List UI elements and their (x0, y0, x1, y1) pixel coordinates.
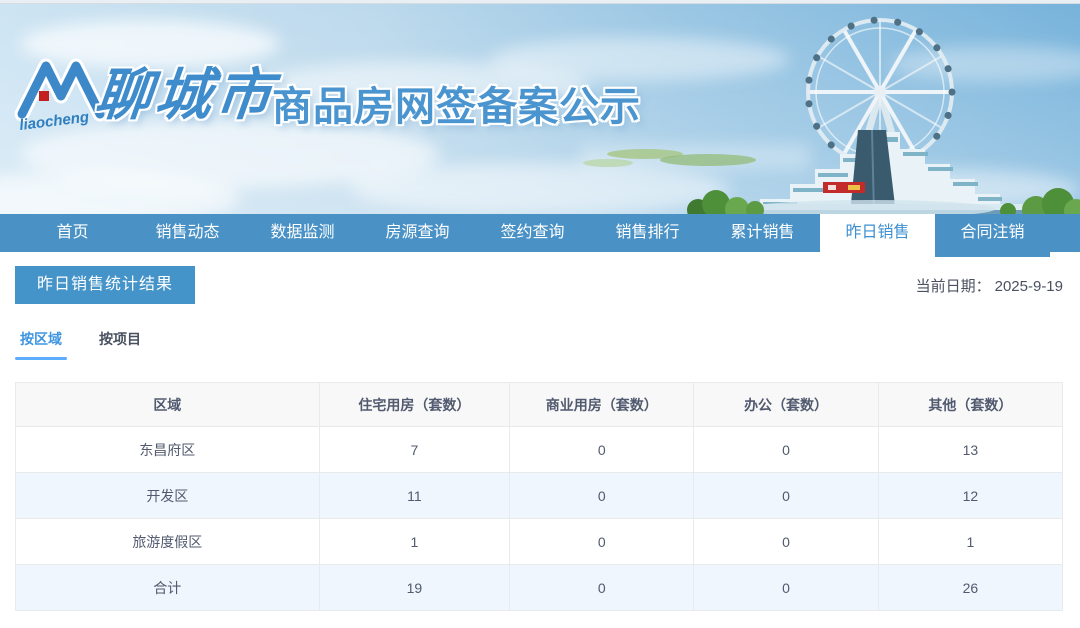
nav-item[interactable]: 首页 (15, 214, 130, 252)
column-header: 商业用房（套数） (509, 382, 695, 427)
view-tab[interactable]: 按区域 (15, 329, 67, 360)
value-cell: 0 (509, 426, 695, 473)
value-cell: 11 (318, 472, 511, 519)
column-header: 住宅用房（套数） (318, 382, 511, 427)
column-header: 其他（套数） (877, 382, 1064, 427)
waterline (580, 144, 810, 170)
site-banner: liaocheng 聊城市 商品房网签备案公示 (0, 4, 1080, 214)
region-cell: 开发区 (15, 472, 320, 519)
nav-item[interactable]: 数据监测 (245, 214, 360, 252)
section-title-badge: 昨日销售统计结果 (15, 266, 196, 304)
value-cell: 19 (318, 564, 511, 611)
value-cell: 0 (693, 426, 879, 473)
value-cell: 0 (693, 564, 879, 611)
nav-item[interactable]: 昨日销售 (820, 214, 935, 261)
view-tabs: 按区域 按项目 (15, 329, 1080, 360)
value-cell: 12 (877, 472, 1064, 519)
date-label: 当前日期： (915, 277, 991, 295)
region-cell: 合计 (15, 564, 320, 611)
column-header: 办公（套数） (693, 382, 879, 427)
value-cell: 0 (509, 564, 695, 611)
value-cell: 0 (509, 472, 695, 519)
view-tab[interactable]: 按项目 (99, 329, 141, 360)
site-name-calligraphy: 聊城市 (92, 63, 279, 126)
table-row: 开发区 11 0 0 12 (15, 472, 1064, 519)
table-head: 区域 住宅用房（套数） 商业用房（套数） 办公（套数） 其他（套数） (15, 382, 1064, 427)
site-title: 商品房网签备案公示 (272, 85, 641, 129)
value-cell: 0 (693, 472, 879, 519)
value-cell: 1 (877, 518, 1064, 565)
nav-item[interactable]: 房源查询 (360, 214, 475, 252)
nav-item[interactable]: 销售排行 (590, 214, 705, 252)
value-cell: 1 (318, 518, 511, 565)
sales-table: 区域 住宅用房（套数） 商业用房（套数） 办公（套数） 其他（套数） 东昌府区 7 0 0 13… (15, 382, 1064, 611)
value-cell: 26 (877, 564, 1064, 611)
main-nav: 首页 销售动态 数据监测 房源查询 签约查询 销售排行 累计销售 昨日销售 合同… (0, 214, 1080, 261)
table-header-row: 区域 住宅用房（套数） 商业用房（套数） 办公（套数） 其他（套数） (15, 382, 1064, 427)
content-header: 昨日销售统计结果 当前日期： 2025-9-19 (15, 266, 1063, 304)
date-value: 2025-9-19 (994, 277, 1063, 295)
nav-item[interactable]: 销售动态 (130, 214, 245, 252)
value-cell: 7 (318, 426, 511, 473)
current-date: 当前日期： 2025-9-19 (916, 275, 1063, 296)
table-body: 东昌府区 7 0 0 13 开发区 11 0 0 12 旅游度假区 1 0 0 1 合计 19 0 0 26 (15, 426, 1064, 611)
region-cell: 东昌府区 (15, 426, 320, 473)
value-cell: 0 (509, 518, 695, 565)
table-row: 东昌府区 7 0 0 13 (15, 426, 1064, 473)
nav-item[interactable]: 累计销售 (705, 214, 820, 252)
region-cell: 旅游度假区 (15, 518, 320, 565)
nav-item[interactable]: 签约查询 (475, 214, 590, 252)
table-row: 旅游度假区 1 0 0 1 (15, 518, 1064, 565)
value-cell: 13 (877, 426, 1064, 473)
column-header: 区域 (15, 382, 320, 427)
value-cell: 0 (693, 518, 879, 565)
content-area: 昨日销售统计结果 当前日期： 2025-9-19 按区域 按项目 区域 住宅用房（套… (0, 266, 1080, 611)
nav-item[interactable]: 合同注销 (935, 214, 1050, 257)
table-row: 合计 19 0 0 26 (15, 564, 1064, 611)
